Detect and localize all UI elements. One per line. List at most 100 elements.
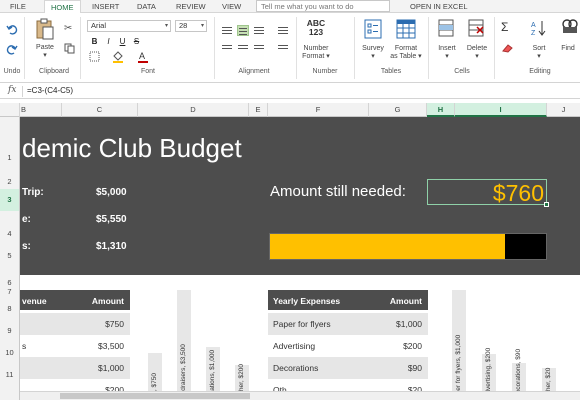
column-header-g[interactable]: G — [369, 103, 427, 117]
row-header-3[interactable]: 3 — [0, 189, 19, 211]
row-header-6[interactable]: 6 — [0, 278, 19, 287]
wrap-text-icon[interactable] — [253, 43, 265, 54]
open-in-excel-button[interactable]: OPEN IN EXCEL — [404, 0, 474, 13]
font-group-label: Font — [140, 68, 155, 75]
redo-icon[interactable] — [6, 43, 18, 55]
align-center-icon[interactable] — [237, 25, 249, 36]
row-header-2[interactable]: 2 — [0, 177, 19, 186]
font-size-select[interactable]: 28 ▾ — [175, 20, 207, 32]
insert-label[interactable]: Insert ▾ — [432, 45, 462, 61]
cut-icon[interactable]: ✂ — [64, 23, 72, 34]
format-as-table-label[interactable]: Format as Table ▾ — [386, 45, 426, 61]
ribbon: Undo Paste ▾ ✂ Clipboard Arial ▾ 28 ▾ B I … — [0, 13, 580, 83]
tab-file[interactable]: FILE — [4, 0, 32, 13]
tab-view[interactable]: VIEW — [216, 0, 247, 13]
row-header-1[interactable]: 1 — [0, 153, 19, 162]
row-headers: 1 2 3 4 5 6 7 8 9 10 11 — [0, 117, 20, 400]
copy-icon[interactable] — [64, 43, 75, 54]
column-header-i[interactable]: I — [455, 103, 547, 117]
budget-banner: demic Club Budget Trip: $5,000 e: $5,550… — [20, 117, 580, 275]
paste-label[interactable]: Paste — [30, 44, 60, 52]
find-label[interactable]: Find — [556, 45, 580, 53]
tab-review[interactable]: REVIEW — [170, 0, 212, 13]
row-header-8[interactable]: 8 — [0, 304, 19, 313]
number-format-dropdown[interactable]: Format ▾ — [296, 53, 336, 61]
ribbon-tab-bar: FILE HOME INSERT DATA REVIEW VIEW Tell m… — [0, 0, 580, 14]
amount-needed-value: $760 — [492, 180, 544, 206]
autosum-icon[interactable]: Σ — [501, 20, 508, 34]
row-header-10[interactable]: 10 — [0, 348, 19, 357]
progress-bar-fill — [270, 234, 505, 259]
function-icon[interactable]: fx — [8, 85, 16, 95]
table-row[interactable]: Paper for flyers $1,000 — [268, 313, 428, 335]
select-all-corner[interactable] — [0, 103, 20, 117]
column-header-h[interactable]: H — [427, 103, 455, 117]
scrollbar-thumb[interactable] — [60, 393, 250, 399]
table-row[interactable]: $750 — [20, 313, 130, 335]
table-row[interactable]: $1,000 — [20, 357, 130, 379]
delete-cells-icon[interactable] — [468, 19, 484, 37]
revenue-row-amount: $1,000 — [98, 363, 124, 373]
find-icon[interactable] — [562, 19, 578, 37]
row-header-9[interactable]: 9 — [0, 326, 19, 335]
tab-home[interactable]: HOME — [44, 0, 81, 14]
row-header-4[interactable]: 4 — [0, 229, 19, 238]
tab-data[interactable]: DATA — [131, 0, 162, 13]
clear-icon[interactable] — [501, 43, 513, 53]
amount-needed-cell[interactable]: $760 — [427, 179, 549, 207]
borders-icon[interactable] — [89, 51, 100, 62]
table-row[interactable]: Advertising $200 — [268, 335, 428, 357]
number-format-label[interactable]: Number — [296, 45, 336, 53]
format-as-table-icon[interactable] — [396, 19, 416, 39]
indent-icon[interactable] — [277, 43, 289, 54]
paste-icon[interactable] — [35, 18, 55, 40]
align-left-icon[interactable] — [221, 25, 233, 36]
fill-handle[interactable] — [544, 202, 549, 207]
revenue-chart-bar-label: undraisers, $3,500 — [180, 344, 187, 398]
bold-button[interactable]: B — [89, 36, 100, 47]
column-header-b[interactable]: B — [20, 103, 62, 117]
italic-button[interactable]: I — [103, 36, 114, 47]
sort-icon[interactable]: A Z — [531, 19, 547, 37]
formula-input[interactable]: =C3-(C4-C5) — [27, 86, 73, 95]
delete-label[interactable]: Delete ▾ — [462, 45, 492, 61]
merge-cells-icon[interactable] — [277, 25, 289, 36]
horizontal-scrollbar[interactable] — [20, 391, 580, 400]
svg-text:A: A — [139, 51, 145, 61]
fill-color-icon[interactable] — [112, 50, 124, 63]
row-header-7[interactable]: 7 — [0, 287, 19, 296]
ribbon-separator — [494, 17, 495, 79]
column-header-j[interactable]: J — [547, 103, 580, 117]
font-name-select[interactable]: Arial ▾ — [87, 20, 171, 32]
font-color-icon[interactable]: A — [137, 50, 149, 63]
column-header-d[interactable]: D — [138, 103, 249, 117]
insert-cells-icon[interactable] — [438, 19, 454, 37]
spreadsheet-grid[interactable]: demic Club Budget Trip: $5,000 e: $5,550… — [20, 117, 580, 400]
align-top-icon[interactable] — [221, 43, 233, 54]
chevron-down-icon: ▾ — [164, 23, 168, 29]
row-header-11[interactable]: 11 — [0, 370, 19, 379]
chevron-down-icon[interactable]: ▾ — [30, 52, 60, 60]
tab-insert[interactable]: INSERT — [86, 0, 125, 13]
expenses-chart: aper for flyers, $1,000 Advertising, $200… — [444, 287, 580, 400]
table-row[interactable]: Decorations $90 — [268, 357, 428, 379]
tell-me-input[interactable]: Tell me what you want to do — [256, 0, 390, 12]
align-right-icon[interactable] — [253, 25, 265, 36]
table-row[interactable]: s $3,500 — [20, 335, 130, 357]
sort-label[interactable]: Sort ▾ — [526, 45, 552, 61]
column-header-c[interactable]: C — [62, 103, 138, 117]
underline-button[interactable]: U — [117, 36, 128, 47]
align-middle-icon[interactable] — [237, 43, 249, 54]
column-header-e[interactable]: E — [249, 103, 268, 117]
formula-separator — [22, 86, 23, 97]
number-group-label: Number — [312, 68, 338, 75]
column-header-f[interactable]: F — [268, 103, 369, 117]
number-format-icon[interactable]: ABC 123 — [302, 19, 330, 37]
font-name-value: Arial — [91, 21, 107, 30]
undo-icon[interactable] — [6, 23, 18, 35]
survey-icon[interactable] — [364, 19, 382, 39]
row-header-5[interactable]: 5 — [0, 251, 19, 260]
strikethrough-button[interactable]: S — [131, 36, 142, 47]
survey-label[interactable]: Survey ▾ — [356, 45, 390, 61]
survey-label-text: Survey — [362, 45, 384, 52]
